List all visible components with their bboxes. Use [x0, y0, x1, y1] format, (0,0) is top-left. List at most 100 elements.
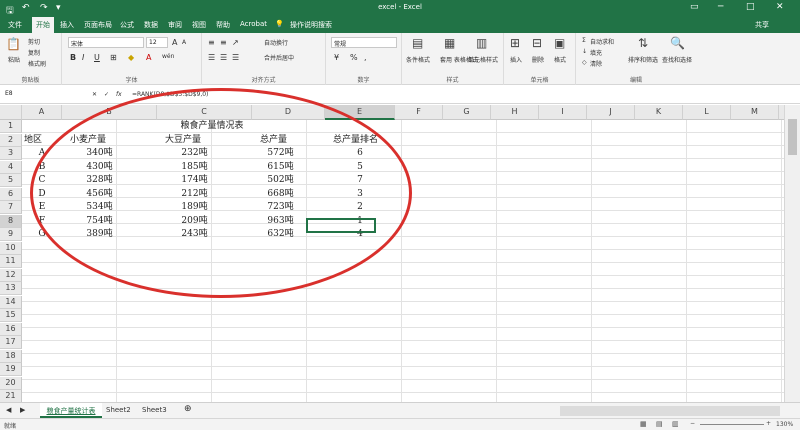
column-header[interactable]: H [491, 105, 539, 120]
find-select-button[interactable]: 查找和选择 [662, 55, 692, 64]
shrink-font-button[interactable]: A [182, 39, 186, 46]
wrap-text-button[interactable]: 自动换行 [264, 38, 288, 47]
paste-icon[interactable]: 📋 [6, 37, 21, 51]
align-center-icon[interactable]: ☰ [220, 53, 227, 62]
italic-button[interactable]: I [82, 53, 84, 62]
paste-label[interactable]: 粘贴 [8, 55, 20, 64]
row-header[interactable]: 6 [0, 187, 22, 201]
add-sheet-icon[interactable]: ⊕ [184, 403, 192, 418]
insert-function-button[interactable]: fx [116, 91, 122, 98]
tab-file[interactable]: 文件 [8, 20, 22, 30]
middle-align-icon[interactable]: ≡ [220, 38, 227, 47]
cell-styles-icon[interactable]: ▥ [476, 36, 487, 50]
row-header[interactable]: 20 [0, 376, 22, 390]
row-header[interactable]: 15 [0, 309, 22, 322]
sheet-tab-2[interactable]: Sheet2 [106, 403, 131, 418]
sheet-tab-1[interactable]: 粮食产量统计表 [40, 403, 102, 418]
underline-button[interactable]: U [94, 53, 100, 62]
row-header[interactable]: 19 [0, 363, 22, 376]
sheet-tab-3[interactable]: Sheet3 [142, 403, 167, 418]
format-cells-icon[interactable]: ▣ [554, 36, 565, 50]
tab-formulas[interactable]: 公式 [120, 20, 134, 30]
zoom-slider[interactable] [700, 424, 764, 425]
row-header[interactable]: 13 [0, 282, 22, 295]
enter-icon[interactable]: ✓ [104, 91, 109, 98]
horizontal-scrollbar[interactable] [560, 406, 780, 416]
zoom-in-icon[interactable]: + [766, 420, 771, 427]
insert-cells-button[interactable]: 插入 [510, 55, 522, 64]
delete-cells-icon[interactable]: ⊟ [532, 36, 542, 50]
share-button[interactable]: 共享 [755, 20, 769, 30]
tab-review[interactable]: 审阅 [168, 20, 182, 30]
align-left-icon[interactable]: ☰ [208, 53, 215, 62]
top-align-icon[interactable]: ≡ [208, 38, 215, 47]
row-header[interactable]: 16 [0, 322, 22, 336]
scroll-thumb[interactable] [788, 119, 797, 155]
row-header[interactable]: 9 [0, 228, 22, 241]
row-header[interactable]: 18 [0, 349, 22, 363]
row-header[interactable]: 1 [0, 120, 22, 133]
cell-styles-button[interactable]: 单元格样式 [468, 55, 498, 64]
clear-icon[interactable]: ◇ [582, 59, 587, 66]
fill-color-icon[interactable]: ◆ [128, 53, 134, 62]
close-icon[interactable]: ✕ [776, 2, 784, 12]
prev-sheet-icon[interactable]: ◀ [6, 403, 11, 418]
conditional-format-button[interactable]: 条件格式 [406, 55, 430, 64]
percent-button[interactable]: % [350, 53, 358, 62]
zoom-level[interactable]: 130% [776, 421, 793, 428]
zoom-out-icon[interactable]: − [690, 420, 695, 427]
fill-icon[interactable]: ↓ [582, 48, 587, 55]
row-header[interactable]: 4 [0, 160, 22, 174]
tab-home[interactable]: 开始 [32, 17, 54, 33]
cancel-icon[interactable]: ✕ [92, 91, 97, 98]
row-header[interactable]: 11 [0, 255, 22, 268]
autosum-button[interactable]: 自动求和 [590, 37, 614, 46]
insert-cells-icon[interactable]: ⊞ [510, 36, 520, 50]
font-size-select[interactable]: 12 [146, 37, 168, 48]
tab-help[interactable]: 帮助 [216, 20, 230, 30]
row-header[interactable]: 17 [0, 336, 22, 349]
table-format-icon[interactable]: ▦ [444, 36, 455, 50]
comma-button[interactable]: , [364, 53, 367, 62]
column-header[interactable]: I [539, 105, 587, 120]
column-header[interactable]: J [587, 105, 635, 120]
row-header[interactable]: 10 [0, 241, 22, 255]
tab-page-layout[interactable]: 页面布局 [84, 20, 112, 30]
number-format-select[interactable]: 常规 [331, 37, 397, 48]
clear-button[interactable]: 清除 [590, 59, 602, 68]
grow-font-button[interactable]: A [172, 38, 177, 47]
minimize-icon[interactable]: ─ [718, 2, 723, 12]
format-cells-button[interactable]: 格式 [554, 55, 566, 64]
tab-data[interactable]: 数据 [144, 20, 158, 30]
column-header[interactable]: F [395, 105, 443, 120]
row-header[interactable]: 14 [0, 295, 22, 309]
conditional-format-icon[interactable]: ▤ [412, 36, 423, 50]
phonetic-button[interactable]: wén [162, 53, 174, 60]
sort-filter-icon[interactable]: ⇅ [638, 36, 648, 50]
tab-view[interactable]: 视图 [192, 20, 206, 30]
select-all-corner[interactable] [0, 105, 22, 120]
delete-cells-button[interactable]: 删除 [532, 55, 544, 64]
column-header[interactable]: M [731, 105, 779, 120]
format-painter-button[interactable]: 格式刷 [28, 59, 46, 68]
merge-center-button[interactable]: 合并后居中 [264, 53, 294, 62]
row-header[interactable]: 12 [0, 268, 22, 282]
sort-filter-button[interactable]: 排序和筛选 [628, 55, 658, 64]
bold-button[interactable]: B [70, 53, 76, 62]
ribbon-display-icon[interactable]: ▭ [690, 2, 699, 12]
autosum-icon[interactable]: Σ [582, 37, 586, 44]
vertical-scrollbar[interactable] [784, 105, 800, 402]
currency-icon[interactable]: ¥ [334, 53, 339, 62]
next-sheet-icon[interactable]: ▶ [20, 403, 25, 418]
row-header[interactable]: 7 [0, 201, 22, 214]
page-layout-view-icon[interactable]: ▤ [656, 420, 663, 428]
column-header[interactable]: G [443, 105, 491, 120]
tell-me-search[interactable]: 操作说明搜索 [290, 20, 332, 30]
normal-view-icon[interactable]: ▦ [640, 420, 647, 428]
tab-insert[interactable]: 插入 [60, 20, 74, 30]
cut-button[interactable]: 剪切 [28, 37, 40, 46]
page-break-view-icon[interactable]: ▥ [672, 420, 679, 428]
maximize-icon[interactable]: □ [746, 2, 755, 12]
font-color-button[interactable]: A [146, 53, 151, 62]
row-header[interactable]: 5 [0, 174, 22, 187]
